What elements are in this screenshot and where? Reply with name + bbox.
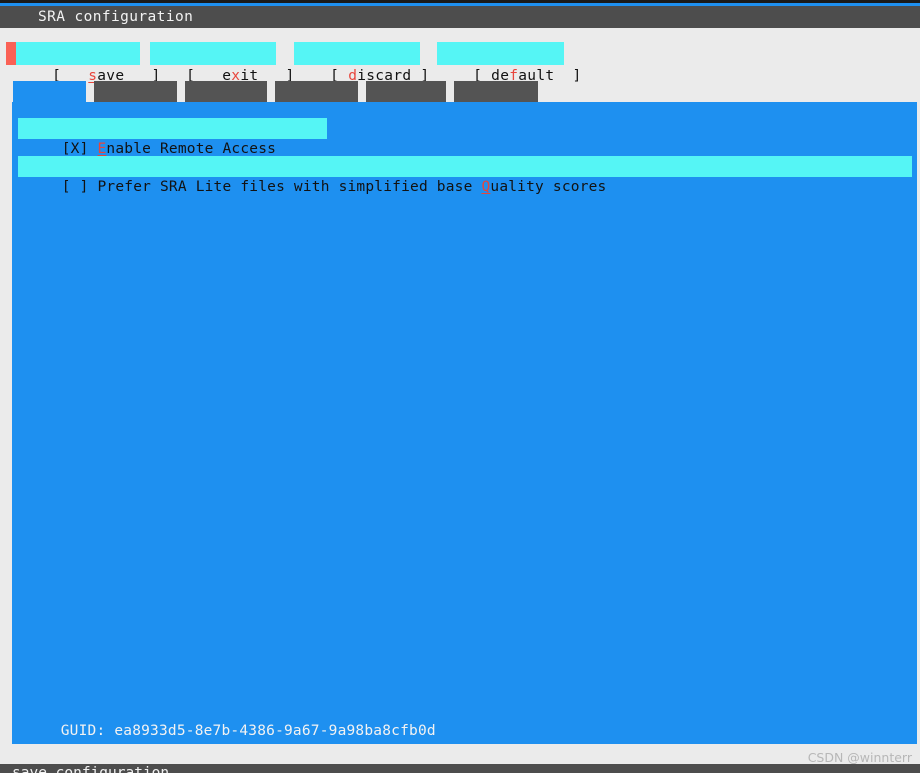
checkbox-enable-remote-access[interactable]: [X] Enable Remote Access: [18, 118, 327, 157]
guid-label: GUID:: [60, 723, 115, 739]
default-button[interactable]: [ default ]: [437, 42, 581, 84]
window-title-bar: SRA configuration: [0, 6, 920, 28]
status-bar: save configuration: [0, 764, 920, 773]
checkbox-enable-remote-access-label: nable Remote Access: [106, 141, 277, 157]
exit-button[interactable]: [ exit ]: [150, 42, 294, 84]
checkbox-indicator: [X]: [61, 141, 98, 157]
tab-bar: MAIN CACHE AWS GCP NET TOOLS: [0, 81, 920, 120]
tab-aws[interactable]: AWS: [185, 81, 267, 120]
discard-button[interactable]: [ discard ]: [294, 42, 429, 84]
main-content-panel: [X] Enable Remote Access [ ] Prefer SRA …: [12, 102, 917, 744]
tab-net[interactable]: NET: [366, 81, 446, 120]
guid-value: ea8933d5-8e7b-4386-9a67-9a98ba8cfb0d: [114, 723, 436, 739]
watermark: CSDN @winnterr: [807, 750, 912, 765]
action-button-row: [ save ] [ exit ] [ discard ] [ default …: [0, 42, 920, 84]
checkbox-prefer-sra-lite-label-post: uality scores: [490, 179, 607, 195]
checkbox-prefer-sra-lite-label-pre: Prefer SRA Lite files with simplified ba…: [97, 179, 482, 195]
window-title: SRA configuration: [38, 9, 194, 25]
tab-main[interactable]: MAIN: [13, 81, 86, 120]
guid-line: GUID: ea8933d5-8e7b-4386-9a67-9a98ba8cfb…: [25, 707, 436, 755]
tab-tools[interactable]: TOOLS: [454, 81, 538, 120]
checkbox-indicator: [ ]: [61, 179, 98, 195]
checkbox-prefer-sra-lite[interactable]: [ ] Prefer SRA Lite files with simplifie…: [18, 156, 912, 195]
cursor-marker: [6, 42, 16, 65]
save-button[interactable]: [ save ]: [16, 42, 160, 84]
status-bar-text: save configuration: [12, 765, 170, 773]
tab-cache[interactable]: CACHE: [94, 81, 177, 120]
tab-gcp[interactable]: GCP: [275, 81, 358, 120]
